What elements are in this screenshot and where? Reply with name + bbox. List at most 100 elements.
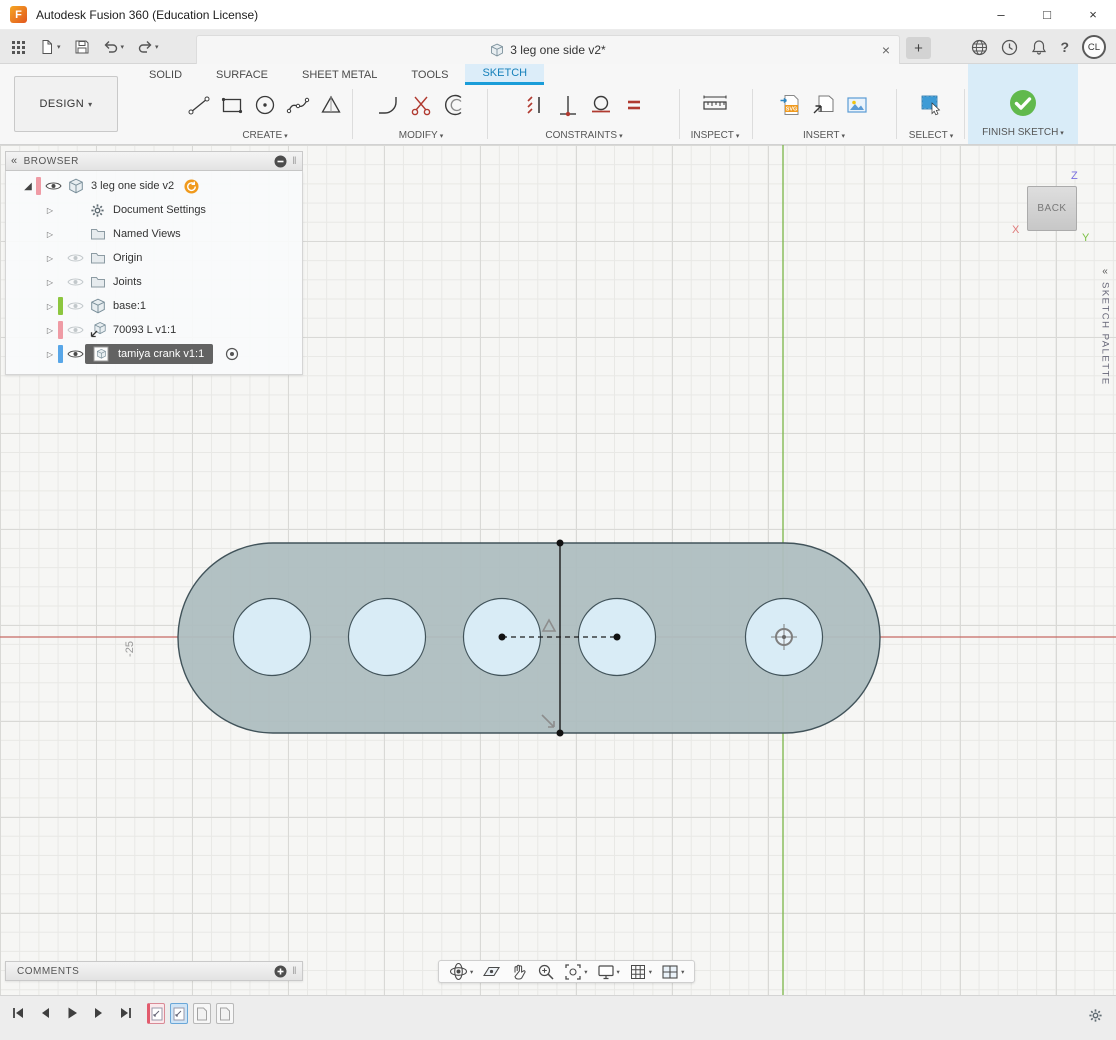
step-forward-button[interactable] xyxy=(91,1005,107,1021)
undo-button[interactable] xyxy=(98,34,130,60)
coincident-constraint-button[interactable] xyxy=(554,89,582,121)
expand-arrow-icon[interactable]: ▷ xyxy=(44,326,56,335)
equal-constraint-button[interactable] xyxy=(620,89,648,121)
browser-item-tamiya-crank[interactable]: ▷ tamiya crank v1:1 xyxy=(6,342,302,366)
circle-tool-button[interactable] xyxy=(251,89,279,121)
visibility-eye-icon[interactable] xyxy=(43,180,63,192)
insert-dropdown[interactable]: INSERT xyxy=(803,130,845,141)
timeline-feature-insert[interactable] xyxy=(193,1003,211,1024)
tangent-constraint-button[interactable] xyxy=(587,89,615,121)
maximize-button[interactable]: □ xyxy=(1024,0,1070,29)
decal-button[interactable] xyxy=(843,89,871,121)
viewcube-back-face[interactable]: BACK xyxy=(1027,186,1077,231)
workspace-selector[interactable]: DESIGN xyxy=(14,76,118,132)
expand-arrow-icon[interactable]: ▷ xyxy=(44,230,56,239)
zoom-tool[interactable] xyxy=(533,961,559,982)
comments-drag-grip[interactable]: ‖ xyxy=(292,966,297,977)
activate-component-radio-icon[interactable] xyxy=(225,347,239,361)
tab-sheet-metal[interactable]: SHEET METAL xyxy=(285,64,394,85)
go-to-end-button[interactable] xyxy=(118,1005,134,1021)
comments-panel[interactable]: COMMENTS ‖ xyxy=(5,961,303,981)
expand-arrow-icon[interactable]: ▷ xyxy=(44,302,56,311)
offset-tool-button[interactable] xyxy=(440,89,468,121)
view-cube[interactable]: BACK Z X Y xyxy=(1005,170,1110,250)
expand-arrow-icon[interactable]: ▷ xyxy=(44,206,56,215)
browser-item-joints[interactable]: ▷ Joints xyxy=(6,270,302,294)
file-menu-button[interactable] xyxy=(34,34,66,60)
user-avatar[interactable]: CL xyxy=(1082,35,1106,59)
sketch-palette-tab[interactable]: « SKETCH PALETTE xyxy=(1095,266,1115,386)
tab-close-icon[interactable]: × xyxy=(882,41,890,59)
close-button[interactable]: × xyxy=(1070,0,1116,29)
horizontal-vertical-constraint-button[interactable] xyxy=(521,89,549,121)
tab-surface[interactable]: SURFACE xyxy=(199,64,285,85)
browser-item-origin[interactable]: ▷ Origin xyxy=(6,246,302,270)
job-status-clock-icon[interactable] xyxy=(1001,39,1018,56)
expand-palette-icon[interactable]: « xyxy=(1102,266,1108,277)
finish-sketch-dropdown[interactable]: FINISH SKETCH xyxy=(982,127,1064,138)
expand-arrow-icon[interactable]: ▷ xyxy=(44,278,56,287)
polygon-tool-button[interactable] xyxy=(317,89,345,121)
measure-tool-button[interactable] xyxy=(701,89,729,121)
inspect-dropdown[interactable]: INSPECT xyxy=(691,130,740,141)
browser-item-base[interactable]: ▷ base:1 xyxy=(6,294,302,318)
visibility-eye-off-icon[interactable] xyxy=(65,252,85,264)
browser-item-named-views[interactable]: ▷ Named Views xyxy=(6,222,302,246)
play-button[interactable] xyxy=(64,1005,80,1021)
spline-tool-button[interactable] xyxy=(284,89,312,121)
collapse-browser-icon[interactable]: « xyxy=(11,155,18,167)
step-back-button[interactable] xyxy=(37,1005,53,1021)
timeline-feature-insert[interactable] xyxy=(216,1003,234,1024)
selected-item-chip[interactable]: tamiya crank v1:1 xyxy=(85,344,213,364)
constraints-dropdown[interactable]: CONSTRAINTS xyxy=(545,130,622,141)
timeline-feature-sketch-active[interactable] xyxy=(170,1003,188,1024)
expand-arrow-icon[interactable]: ◢ xyxy=(22,181,34,192)
expand-arrow-icon[interactable]: ▷ xyxy=(44,254,56,263)
expand-arrow-icon[interactable]: ▷ xyxy=(44,350,56,359)
help-button[interactable]: ? xyxy=(1060,39,1069,55)
globe-icon[interactable] xyxy=(971,39,988,56)
look-at-tool[interactable] xyxy=(478,961,505,982)
finish-sketch-button[interactable] xyxy=(1006,86,1040,120)
display-settings[interactable] xyxy=(593,961,624,982)
browser-drag-grip[interactable]: ‖ xyxy=(292,156,297,167)
select-tool-button[interactable] xyxy=(917,89,945,121)
fit-tool[interactable] xyxy=(560,961,591,982)
grid-and-snaps[interactable] xyxy=(625,961,656,982)
fillet-tool-button[interactable] xyxy=(374,89,402,121)
create-dropdown[interactable]: CREATE xyxy=(242,130,287,141)
browser-minimize-icon[interactable] xyxy=(274,155,287,168)
viewports[interactable] xyxy=(657,961,688,982)
document-tab[interactable]: 3 leg one side v2* × xyxy=(196,35,900,64)
insert-derive-button[interactable] xyxy=(810,89,838,121)
orbit-tool[interactable] xyxy=(445,961,477,982)
browser-item-root[interactable]: ◢ 3 leg one side v2 xyxy=(6,174,302,198)
select-dropdown[interactable]: SELECT xyxy=(909,130,953,141)
go-to-start-button[interactable] xyxy=(10,1005,26,1021)
design-canvas[interactable]: -25 BACK Z X Y « SKETCH PALETTE « BROWSE… xyxy=(0,145,1116,995)
browser-item-document-settings[interactable]: ▷ Document Settings xyxy=(6,198,302,222)
visibility-eye-off-icon[interactable] xyxy=(65,300,85,312)
redo-button[interactable] xyxy=(132,34,164,60)
minimize-button[interactable]: – xyxy=(978,0,1024,29)
visibility-eye-off-icon[interactable] xyxy=(65,276,85,288)
add-comment-icon[interactable] xyxy=(274,965,287,978)
trim-tool-button[interactable] xyxy=(407,89,435,121)
save-button[interactable] xyxy=(69,34,95,60)
browser-item-70093[interactable]: ▷ 70093 L v1:1 xyxy=(6,318,302,342)
tab-tools[interactable]: TOOLS xyxy=(394,64,465,85)
tab-solid[interactable]: SOLID xyxy=(132,64,199,85)
new-tab-button[interactable]: + xyxy=(906,37,931,59)
modify-dropdown[interactable]: MODIFY xyxy=(399,130,443,141)
update-badge-icon[interactable] xyxy=(184,179,199,194)
timeline-feature-sketch-rolled[interactable] xyxy=(147,1003,165,1024)
insert-svg-button[interactable]: SVG xyxy=(777,89,805,121)
timeline-settings-gear-icon[interactable] xyxy=(1088,1008,1103,1023)
rectangle-tool-button[interactable] xyxy=(218,89,246,121)
notifications-bell-icon[interactable] xyxy=(1031,39,1047,56)
visibility-eye-icon[interactable] xyxy=(65,348,85,360)
app-grid-menu-button[interactable] xyxy=(6,34,31,60)
visibility-eye-off-icon[interactable] xyxy=(65,324,85,336)
tab-sketch[interactable]: SKETCH xyxy=(465,64,544,85)
pan-tool[interactable] xyxy=(506,961,532,982)
